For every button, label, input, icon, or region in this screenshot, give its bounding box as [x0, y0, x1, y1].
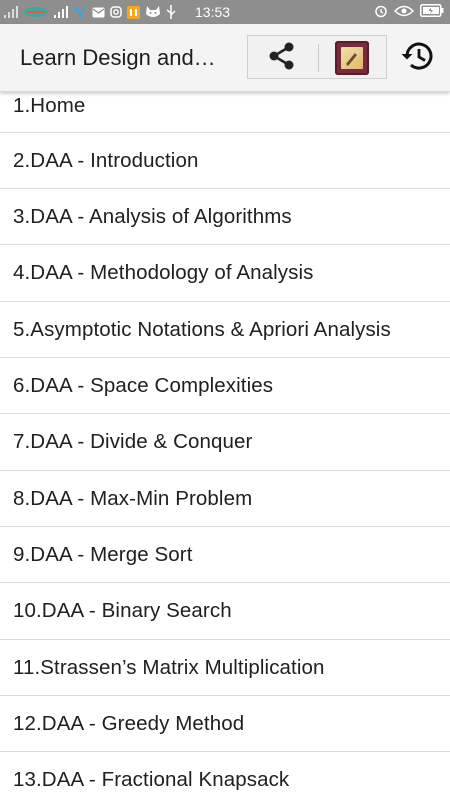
status-time: 13:53: [195, 4, 231, 20]
list-item-label: 2.DAA - Introduction: [13, 149, 199, 172]
cat-icon: [145, 5, 161, 19]
carrier-icon: [23, 6, 49, 18]
list-item-label: 4.DAA - Methodology of Analysis: [13, 261, 314, 284]
list-item-label: 11.Strassen’s Matrix Multiplication: [13, 656, 325, 679]
list-item-label: 13.DAA - Fractional Knapsack: [13, 768, 290, 791]
list-item-label: 9.DAA - Merge Sort: [13, 543, 193, 566]
list-item[interactable]: 11.Strassen’s Matrix Multiplication: [0, 640, 450, 696]
share-button[interactable]: [261, 40, 303, 76]
list-item-label: 3.DAA - Analysis of Algorithms: [13, 205, 292, 228]
list-item[interactable]: 6.DAA - Space Complexities: [0, 358, 450, 414]
history-button[interactable]: [396, 38, 440, 78]
list-item-label: 12.DAA - Greedy Method: [13, 712, 245, 735]
list-item[interactable]: 13.DAA - Fractional Knapsack: [0, 752, 450, 800]
twitter-icon: [73, 6, 87, 18]
action-divider: [318, 44, 319, 72]
mail-icon: [92, 7, 105, 18]
list-item-label: 6.DAA - Space Complexities: [13, 374, 274, 397]
history-icon: [398, 36, 438, 81]
list-item[interactable]: 10.DAA - Binary Search: [0, 583, 450, 640]
list-item-label: 1.Home: [13, 94, 86, 117]
list-item[interactable]: 12.DAA - Greedy Method: [0, 696, 450, 752]
battery-icon: [420, 4, 444, 20]
list-item-label: 7.DAA - Divide & Conquer: [13, 430, 253, 453]
list-item[interactable]: 4.DAA - Methodology of Analysis: [0, 245, 450, 302]
action-group: [247, 35, 387, 79]
instagram-icon: [110, 6, 122, 18]
signal-icon: [4, 6, 18, 18]
list-item[interactable]: 5.Asymptotic Notations & Apriori Analysi…: [0, 302, 450, 358]
eye-icon: [393, 4, 415, 20]
app-bar: Learn Design and…: [0, 24, 450, 92]
status-bar: 13:53: [0, 0, 450, 24]
list-item[interactable]: 2.DAA - Introduction: [0, 133, 450, 189]
list-item[interactable]: 8.DAA - Max-Min Problem: [0, 471, 450, 527]
alarm-icon: [374, 4, 388, 21]
list-item[interactable]: 1.Home: [0, 92, 450, 133]
list-item-label: 5.Asymptotic Notations & Apriori Analysi…: [13, 318, 391, 341]
list-item-label: 10.DAA - Binary Search: [13, 599, 232, 622]
share-icon: [265, 39, 299, 78]
book-button[interactable]: [335, 41, 369, 75]
list-item[interactable]: 9.DAA - Merge Sort: [0, 527, 450, 583]
list-item[interactable]: 3.DAA - Analysis of Algorithms: [0, 189, 450, 245]
list-item[interactable]: 7.DAA - Divide & Conquer: [0, 414, 450, 471]
app-icon: [127, 5, 140, 19]
list-item-label: 8.DAA - Max-Min Problem: [13, 487, 253, 510]
signal-icon: [54, 6, 68, 18]
app-title: Learn Design and…: [20, 45, 216, 70]
usb-icon: [166, 5, 176, 19]
